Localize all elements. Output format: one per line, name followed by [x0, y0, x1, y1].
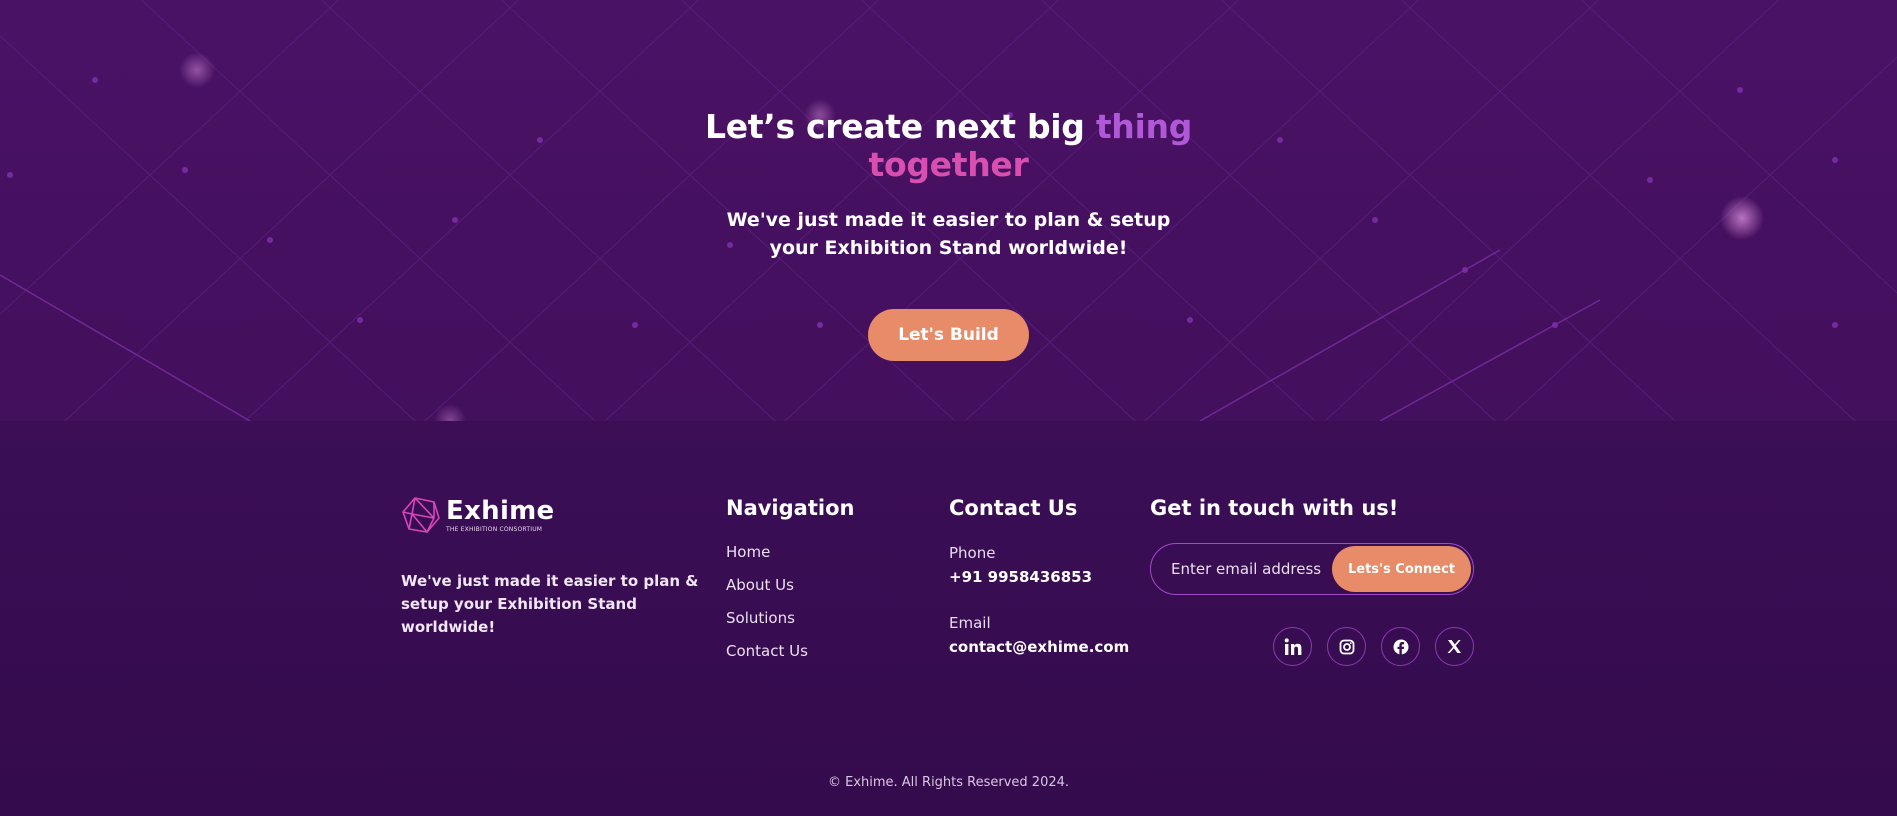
cta-subtitle: We've just made it easier to plan & setu… [726, 209, 1171, 259]
social-links [1150, 627, 1474, 666]
x-twitter-icon [1447, 640, 1461, 653]
email-value[interactable]: contact@exhime.com [949, 638, 1129, 656]
logo-tagline: THE EXHIBITION CONSORTIUM [446, 525, 543, 533]
cta-title-highlight-together: together [868, 145, 1029, 184]
lets-connect-button[interactable]: Lets's Connect [1332, 546, 1471, 592]
footer: Exhime THE EXHIBITION CONSORTIUM We've j… [0, 421, 1897, 816]
email-label: Email [949, 614, 991, 632]
cta-title-highlight-thing: thing [1095, 107, 1193, 146]
footer-brand: Exhime THE EXHIBITION CONSORTIUM We've j… [401, 496, 701, 639]
copyright-text: © Exhime. All Rights Reserved 2024. [827, 775, 1070, 790]
navigation-list: Home About Us Solutions Contact Us [726, 543, 854, 660]
email-input[interactable] [1171, 557, 1331, 581]
logo-name: Exhime [446, 495, 555, 526]
nav-link-home[interactable]: Home [726, 543, 854, 561]
linkedin-icon [1284, 637, 1301, 655]
cta-section: Let’s create next big thing together We'… [0, 0, 1897, 421]
phone-label: Phone [949, 544, 996, 562]
polyhedron-logo-icon [402, 497, 440, 533]
subscribe-form: Lets's Connect [1150, 543, 1474, 595]
footer-contact: Contact Us Phone +91 9958436853 Email co… [949, 496, 1129, 656]
nav-link-contact-us[interactable]: Contact Us [726, 642, 854, 660]
logo[interactable]: Exhime THE EXHIBITION CONSORTIUM [401, 496, 701, 534]
x-twitter-link[interactable] [1435, 627, 1474, 666]
instagram-icon [1339, 639, 1354, 654]
cta-title: Let’s create next big thing together [0, 108, 1897, 184]
facebook-icon [1393, 639, 1408, 655]
brand-description: We've just made it easier to plan & setu… [401, 572, 699, 636]
contact-heading: Contact Us [949, 496, 1078, 520]
facebook-link[interactable] [1381, 627, 1420, 666]
get-in-touch-heading: Get in touch with us! [1150, 496, 1399, 520]
cta-title-text: Let’s create next big [704, 107, 1096, 146]
lets-build-button[interactable]: Let's Build [868, 309, 1029, 361]
nav-link-solutions[interactable]: Solutions [726, 609, 854, 627]
footer-navigation: Navigation Home About Us Solutions Conta… [726, 496, 854, 675]
phone-value[interactable]: +91 9958436853 [949, 568, 1129, 586]
nav-link-about-us[interactable]: About Us [726, 576, 854, 594]
instagram-link[interactable] [1327, 627, 1366, 666]
linkedin-link[interactable] [1273, 627, 1312, 666]
footer-get-in-touch: Get in touch with us! Lets's Connect [1150, 496, 1474, 666]
navigation-heading: Navigation [726, 496, 855, 520]
cta-content: Let’s create next big thing together We'… [0, 108, 1897, 361]
